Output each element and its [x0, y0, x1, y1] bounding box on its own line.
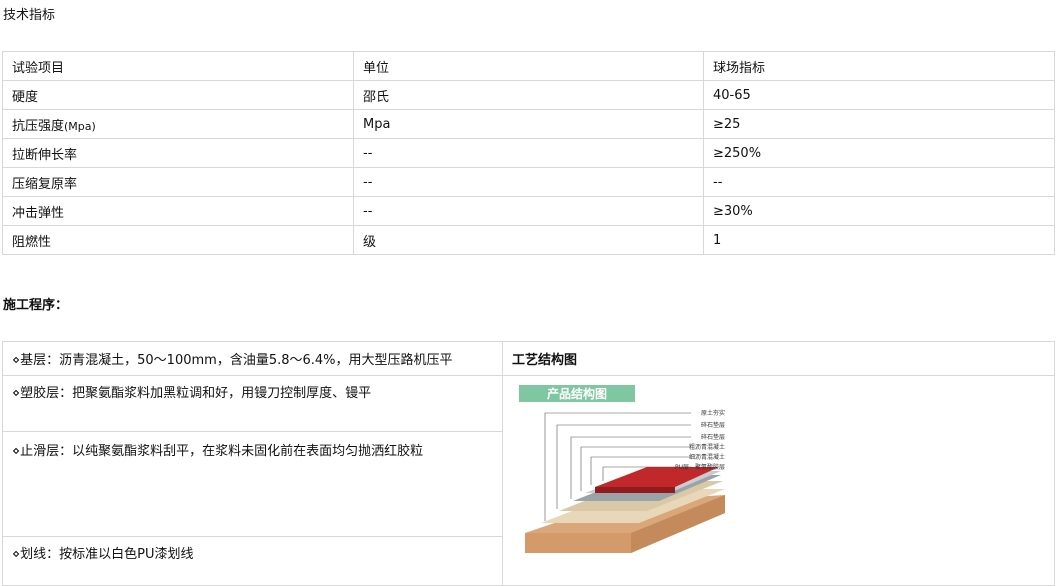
cell-unit: Mpa [353, 109, 704, 139]
header-item: 试验项目 [2, 51, 354, 81]
cell-unit: -- [353, 196, 704, 226]
header-value: 球场指标 [703, 51, 1055, 81]
step-antislip: ⋄止滑层：以纯聚氨酯浆料刮平，在浆料未固化前在表面均匀抛洒红胶粒 [2, 431, 503, 537]
cell-value: -- [703, 167, 1055, 197]
section-title-procedure: 施工程序： [3, 298, 69, 313]
cell-item: 冲击弹性 [2, 196, 354, 226]
diagram-banner-text: 产品结构图 [547, 386, 607, 401]
step-plastic: ⋄塑胶层：把聚氨酯浆料加黑粒调和好，用镘刀控制厚度、镘平 [2, 375, 503, 432]
table-row: 抗压强度(Mpa) Mpa ≥25 [2, 109, 1055, 139]
heading-tech-specs: 技术指标 [3, 8, 56, 23]
cell-item: 抗压强度(Mpa) [2, 109, 354, 139]
table-row: 冲击弹性 -- ≥30% [2, 196, 1055, 226]
item-suffix: (Mpa) [64, 119, 96, 133]
diagram-title: 工艺结构图 [502, 341, 1055, 376]
table-row: 阻燃性 级 1 [2, 225, 1055, 255]
spec-table: 试验项目 单位 球场指标 硬度 邵氏 40-65 抗压强度(Mpa) Mpa ≥… [2, 51, 1055, 255]
table-row: ⋄基层：沥青混凝土，50～100mm，含油量5.8～6.4%，用大型压路机压平 … [2, 341, 1055, 376]
cell-unit: -- [353, 167, 704, 197]
cell-item: 硬度 [2, 80, 354, 110]
table-header-row: 试验项目 单位 球场指标 [2, 51, 1055, 81]
table-row: 压缩复原率 -- -- [2, 167, 1055, 197]
cell-unit: 邵氏 [353, 80, 704, 110]
cell-item: 拉断伸长率 [2, 138, 354, 168]
item-text: 抗压强度 [12, 118, 65, 134]
soil-side [525, 533, 631, 553]
header-unit: 单位 [353, 51, 704, 81]
cell-item: 压缩复原率 [2, 167, 354, 197]
cell-unit: 级 [353, 225, 704, 255]
layer-label: PU层 - 聚氨酯胶层 [675, 463, 725, 471]
layer-pu-edge [595, 487, 675, 493]
layer-label: 碎石垫层 [701, 433, 725, 441]
layer-label: 原土夯实 [701, 409, 725, 417]
cell-value: ≥30% [703, 196, 1055, 226]
cell-value: 1 [703, 225, 1055, 255]
step-lining: ⋄划线：按标准以白色PU漆划线 [2, 536, 503, 586]
cell-value: ≥25 [703, 109, 1055, 139]
cell-item: 阻燃性 [2, 225, 354, 255]
layer-label: 碎石垫层 [701, 421, 725, 429]
layer-label: 细沥青混凝土 [689, 453, 725, 461]
cell-unit: -- [353, 138, 704, 168]
layer-label: 粗沥青混凝土 [689, 443, 725, 451]
cell-value: ≥250% [703, 138, 1055, 168]
table-row: 硬度 邵氏 40-65 [2, 80, 1055, 110]
table-row: 拉断伸长率 -- ≥250% [2, 138, 1055, 168]
product-structure-diagram: 产品结构图 原土夯实 碎石垫层 碎石垫层 粗沥青混凝土 细沥青混凝土 PU层 -… [519, 385, 725, 553]
step-base: ⋄基层：沥青混凝土，50～100mm，含油量5.8～6.4%，用大型压路机压平 [2, 341, 503, 376]
cell-value: 40-65 [703, 80, 1055, 110]
